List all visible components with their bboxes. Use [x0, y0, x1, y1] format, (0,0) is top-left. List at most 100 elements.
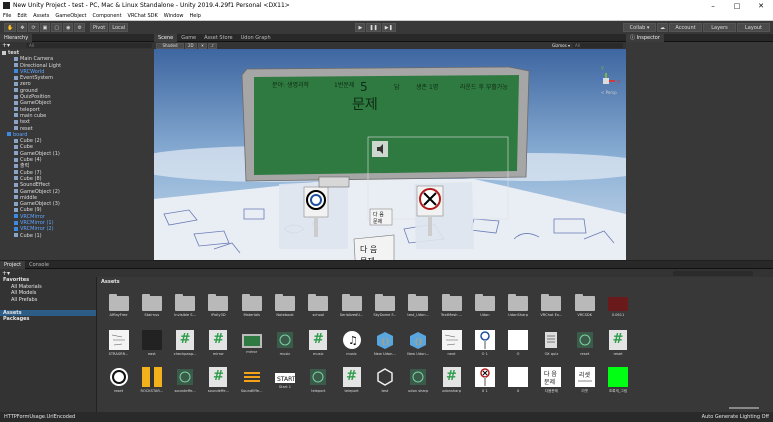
- tab-asset-store[interactable]: Asset Store: [200, 34, 236, 42]
- pause-button[interactable]: ❚❚: [366, 23, 381, 32]
- menu-item-window[interactable]: Window: [164, 13, 184, 19]
- svg-text:{}: {}: [414, 338, 423, 346]
- asset-item[interactable]: {} New Udon...: [402, 330, 435, 364]
- asset-item[interactable]: UdonSharp: [502, 293, 535, 327]
- step-button[interactable]: ▶❚: [381, 23, 396, 32]
- hand-tool-icon[interactable]: ✋: [4, 23, 17, 32]
- tab-scene[interactable]: Scene: [154, 33, 178, 42]
- asset-item[interactable]: 초록색_그림: [602, 367, 635, 401]
- asset-item[interactable]: mirror: [235, 330, 268, 364]
- minimize-icon[interactable]: –: [701, 2, 725, 10]
- asset-item[interactable]: AfflayFree: [102, 293, 135, 327]
- custom-tool-icon[interactable]: ⚙: [74, 23, 85, 32]
- asset-item[interactable]: 리셋 리셋: [568, 367, 601, 401]
- lighting-icon[interactable]: ☀: [197, 42, 208, 49]
- hierarchy-item[interactable]: Cube (1): [0, 233, 154, 239]
- tab-console[interactable]: Console: [25, 261, 53, 269]
- asset-item[interactable]: Stairnus: [135, 293, 168, 327]
- asset-item[interactable]: test_Udon...: [402, 293, 435, 327]
- asset-item[interactable]: east: [135, 330, 168, 364]
- zoom-slider[interactable]: [729, 407, 759, 409]
- gizmos-dropdown[interactable]: Gizmos ▾: [552, 43, 570, 48]
- asset-item[interactable]: Invisible S...: [169, 293, 202, 327]
- asset-item[interactable]: iPolly3D: [202, 293, 235, 327]
- play-button[interactable]: ▶: [355, 23, 366, 32]
- asset-item[interactable]: ♫ music: [335, 330, 368, 364]
- audio-icon[interactable]: ♪: [208, 42, 217, 49]
- asset-breadcrumb[interactable]: Assets: [101, 279, 120, 285]
- cloud-icon[interactable]: ☁: [657, 23, 669, 32]
- asset-item[interactable]: # music: [302, 330, 335, 364]
- move-tool-icon[interactable]: ✥: [17, 23, 28, 32]
- tab-project[interactable]: Project: [0, 260, 26, 269]
- asset-item[interactable]: # teleport: [335, 367, 368, 401]
- asset-item[interactable]: 다 음 문제 다음문제: [535, 367, 568, 401]
- asset-item[interactable]: X: [502, 367, 535, 401]
- asset-item[interactable]: Materials: [235, 293, 268, 327]
- layers-dropdown[interactable]: Layers: [703, 23, 737, 32]
- menu-item-edit[interactable]: Edit: [17, 13, 27, 19]
- menu-item-help[interactable]: Help: [190, 13, 201, 19]
- asset-item[interactable]: STRASRR...: [102, 330, 135, 364]
- asset-item[interactable]: 0.0611: [602, 293, 635, 327]
- asset-item[interactable]: X 1: [468, 367, 501, 401]
- tab-game[interactable]: Game: [177, 34, 200, 42]
- asset-item[interactable]: # checkpaop...: [169, 330, 202, 364]
- asset-item[interactable]: VRCSDK: [568, 293, 601, 327]
- asset-item[interactable]: soundeffe...: [169, 367, 202, 401]
- add-icon[interactable]: +▾: [2, 42, 10, 49]
- menu-item-component[interactable]: Component: [93, 13, 122, 19]
- asset-item[interactable]: Notebook: [269, 293, 302, 327]
- asset-item[interactable]: START Start 1: [269, 367, 302, 401]
- asset-item[interactable]: TextMesh ...: [435, 293, 468, 327]
- transform-tool-icon[interactable]: ◉: [63, 23, 74, 32]
- menu-item-gameobject[interactable]: GameObject: [55, 13, 86, 19]
- shading-dropdown[interactable]: Shaded: [156, 42, 184, 49]
- rect-tool-icon[interactable]: ▢: [51, 23, 63, 32]
- project-tree-item[interactable]: Packages: [0, 316, 96, 323]
- tab-hierarchy[interactable]: Hierarchy: [0, 33, 33, 42]
- asset-item[interactable]: # soundeffe...: [202, 367, 235, 401]
- asset-item[interactable]: # mirror: [202, 330, 235, 364]
- asset-item[interactable]: ROCKSTAR...: [135, 367, 168, 401]
- create-icon[interactable]: +▾: [2, 270, 10, 277]
- menu-item-file[interactable]: File: [3, 13, 11, 19]
- asset-item[interactable]: O 1: [468, 330, 501, 364]
- asset-item[interactable]: SkyDome F...: [368, 293, 401, 327]
- local-toggle[interactable]: Local: [109, 23, 129, 32]
- maximize-icon[interactable]: □: [725, 2, 749, 10]
- asset-item[interactable]: next: [435, 330, 468, 364]
- asset-item[interactable]: OX quiz: [535, 330, 568, 364]
- asset-item[interactable]: school: [302, 293, 335, 327]
- account-dropdown[interactable]: Account: [669, 23, 703, 32]
- scale-tool-icon[interactable]: ▣: [39, 23, 51, 32]
- asset-item[interactable]: teleport: [302, 367, 335, 401]
- hierarchy-search-input[interactable]: All: [26, 43, 152, 48]
- 2d-toggle[interactable]: 2D: [185, 42, 197, 49]
- layout-dropdown[interactable]: Layout: [737, 23, 771, 32]
- close-icon[interactable]: ✕: [749, 2, 773, 10]
- asset-item[interactable]: VRChat Ex...: [535, 293, 568, 327]
- asset-item[interactable]: SerializedU...: [335, 293, 368, 327]
- asset-item[interactable]: {} New Udon...: [368, 330, 401, 364]
- asset-item[interactable]: Udon: [468, 293, 501, 327]
- asset-item[interactable]: reset: [568, 330, 601, 364]
- rotate-tool-icon[interactable]: ⟳: [28, 23, 39, 32]
- yellow-icon: [141, 367, 162, 387]
- scene-search-input[interactable]: All: [573, 43, 623, 48]
- pivot-toggle[interactable]: Pivot: [89, 23, 109, 32]
- scene-viewport[interactable]: 분야: 생명과학 1번문제 5 문제 답 생존 1명 라운드 후 부활가능 다 …: [154, 49, 626, 260]
- menu-item-vrchat-sdk[interactable]: VRChat SDK: [128, 13, 158, 19]
- asset-item[interactable]: test: [368, 367, 401, 401]
- asset-item[interactable]: # udonsharp: [435, 367, 468, 401]
- menu-item-assets[interactable]: Assets: [33, 13, 49, 19]
- asset-item[interactable]: reset: [102, 367, 135, 401]
- asset-item[interactable]: O: [502, 330, 535, 364]
- asset-item[interactable]: # reset: [602, 330, 635, 364]
- asset-item[interactable]: udon sharp: [402, 367, 435, 401]
- tab-inspector[interactable]: ⓘ Inspector: [626, 33, 664, 42]
- tab-udon-graph[interactable]: Udon Graph: [237, 34, 275, 42]
- asset-item[interactable]: music: [269, 330, 302, 364]
- asset-item[interactable]: SoundEffe...: [235, 367, 268, 401]
- collab-dropdown[interactable]: Collab ▾: [623, 23, 657, 32]
